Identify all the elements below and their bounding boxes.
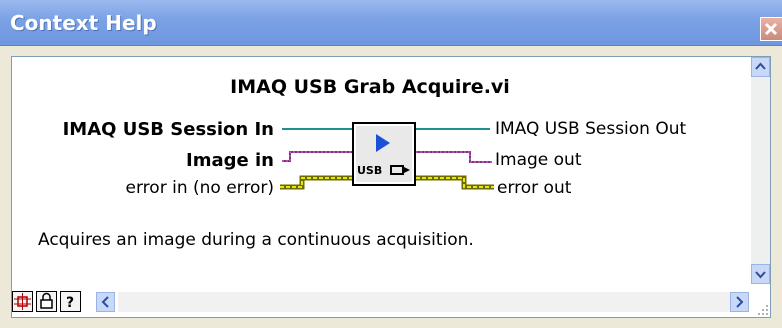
horizontal-scrollbar-track[interactable] — [118, 292, 748, 312]
input-image: Image in — [186, 150, 274, 171]
output-error: error out — [497, 178, 572, 198]
vertical-scrollbar[interactable] — [751, 57, 770, 284]
chevron-right-icon — [736, 296, 744, 308]
output-session: IMAQ USB Session Out — [495, 119, 687, 139]
scroll-left-button[interactable] — [96, 292, 115, 312]
vi-icon[interactable]: USB — [352, 122, 416, 186]
detailed-help-button[interactable]: ? — [60, 291, 81, 312]
image-out-wire-pattern — [416, 151, 492, 163]
svg-text:?: ? — [66, 295, 74, 311]
scroll-down-button[interactable] — [751, 264, 770, 284]
vi-icon-label: USB — [357, 164, 383, 177]
resize-grip-icon[interactable] — [755, 302, 771, 318]
lock-button[interactable] — [36, 291, 57, 312]
output-image: Image out — [495, 150, 582, 170]
image-out-wire — [416, 151, 492, 163]
camera-icon — [390, 165, 410, 175]
scroll-left-icon — [101, 296, 109, 308]
input-error: error in (no error) — [125, 178, 274, 198]
error-out-wire-outline — [416, 175, 494, 190]
show-optional-terminals-button[interactable] — [12, 291, 33, 312]
scroll-up-button[interactable] — [751, 57, 770, 77]
scroll-right-button[interactable] — [730, 292, 749, 312]
context-help-window: Context Help IMAQ USB Grab Acquire.vi US… — [0, 0, 782, 328]
chevron-down-icon — [755, 271, 766, 279]
detailed-help-icon: ? — [66, 295, 74, 311]
chevron-up-icon — [755, 62, 766, 70]
vi-description: Acquires an image during a continuous ac… — [38, 230, 474, 250]
show-optional-terminals-icon — [14, 293, 31, 310]
input-session: IMAQ USB Session In — [62, 119, 274, 140]
image-in-wire — [282, 151, 352, 162]
play-icon — [376, 134, 390, 152]
image-in-wire-pattern — [282, 151, 352, 162]
error-in-wire-outline — [280, 175, 352, 190]
lock-icon — [40, 292, 53, 309]
